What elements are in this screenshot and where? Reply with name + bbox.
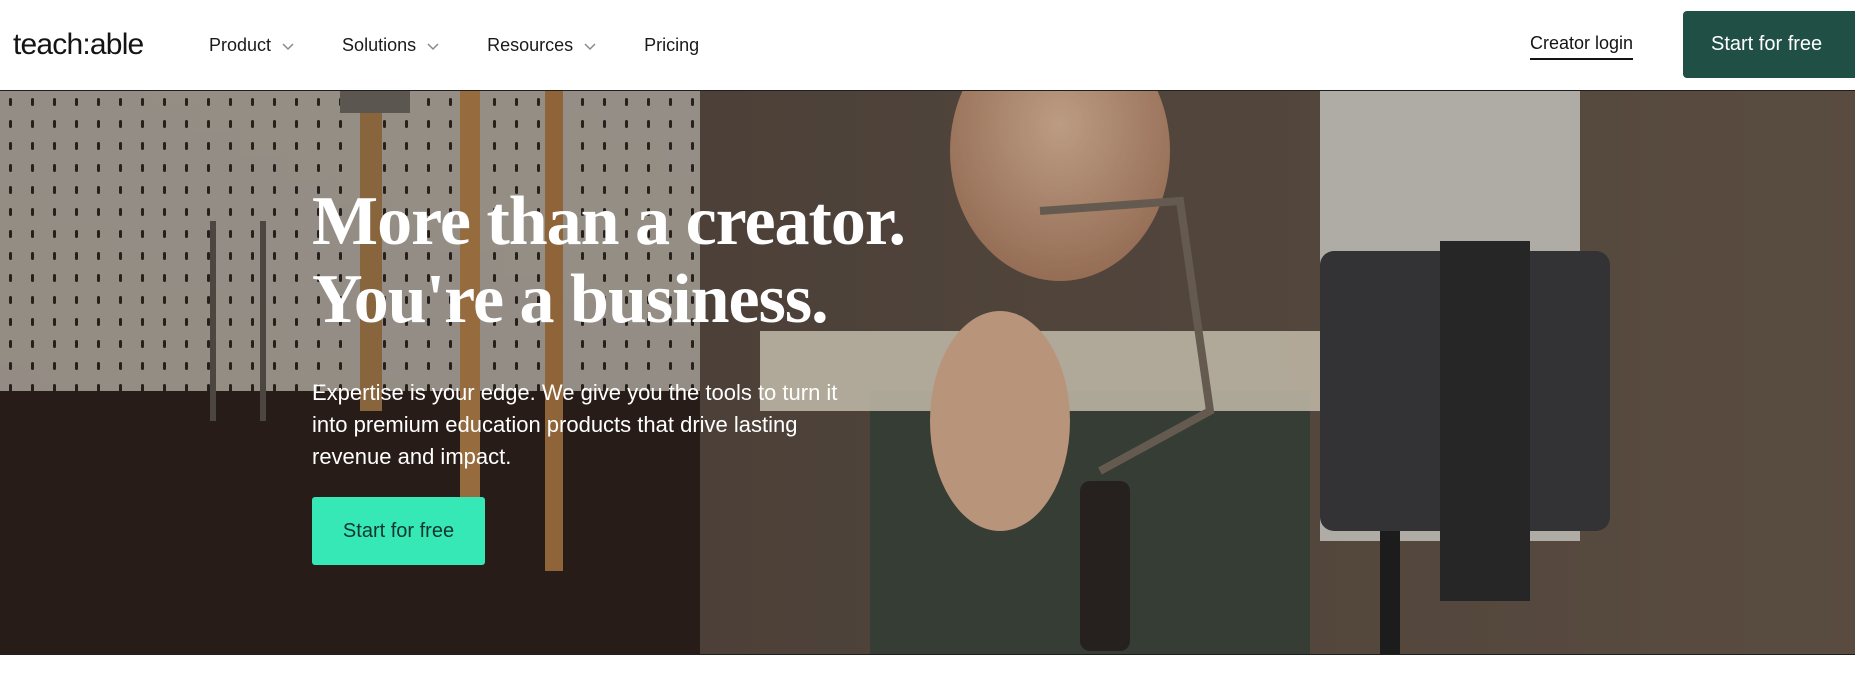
hero-background-image <box>0 91 1855 655</box>
nav-item-label: Product <box>209 35 272 55</box>
chevron-down-icon <box>426 39 440 53</box>
nav-item-label: Solutions <box>342 35 417 55</box>
nav-item-label: Resources <box>487 35 574 55</box>
nav-item-resources[interactable]: Resources <box>487 26 597 66</box>
main-nav: Product Solutions Resources Pricing <box>209 0 746 91</box>
nav-item-label: Pricing <box>644 35 700 55</box>
teachable-logo[interactable]: teach:able <box>13 27 144 63</box>
hero-bottom-divider <box>0 654 1855 655</box>
creator-login-link[interactable]: Creator login <box>1530 32 1634 60</box>
header-start-for-free-button[interactable]: Start for free <box>1683 11 1855 78</box>
hero-title-line-2: You're a business. <box>312 261 829 338</box>
hero-subtitle: Expertise is your edge. We give you the … <box>312 380 838 469</box>
site-header: teach:able Product Solutions Resources P… <box>0 0 1855 91</box>
hero-title: More than a creator. You're a business. <box>312 183 932 339</box>
nav-item-solutions[interactable]: Solutions <box>342 26 440 66</box>
chevron-down-icon <box>583 39 597 53</box>
hero-section: More than a creator. You're a business. … <box>0 91 1855 655</box>
nav-item-product[interactable]: Product <box>209 26 295 66</box>
hero-title-line-1: More than a creator. <box>312 183 906 260</box>
hero-start-for-free-button[interactable]: Start for free <box>312 497 485 565</box>
chevron-down-icon <box>281 39 295 53</box>
nav-item-pricing[interactable]: Pricing <box>644 26 699 66</box>
